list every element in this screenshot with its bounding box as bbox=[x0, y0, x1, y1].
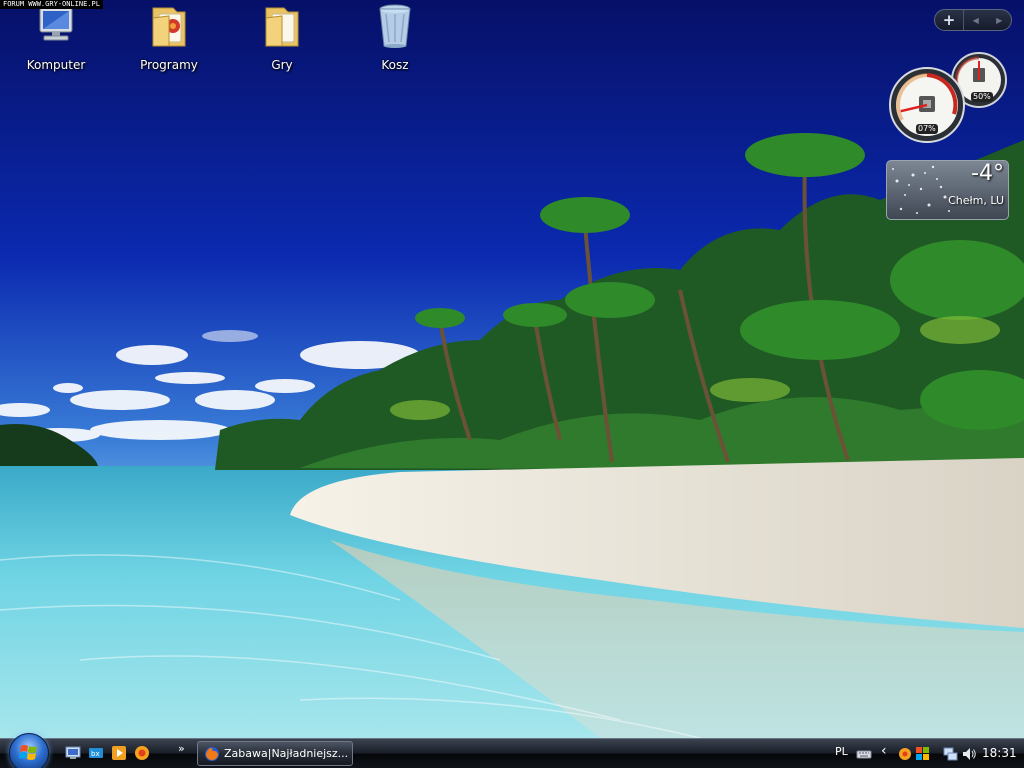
desktop-icon-games[interactable]: Gry bbox=[240, 2, 324, 72]
desktop-icon-label: Gry bbox=[271, 58, 293, 72]
windows-logo-icon bbox=[19, 745, 37, 760]
windows-update-icon[interactable] bbox=[915, 746, 931, 762]
games-folder-icon bbox=[265, 7, 299, 47]
start-button[interactable] bbox=[9, 733, 49, 768]
taskbar-clock[interactable]: 18:31 bbox=[982, 746, 1017, 760]
firefox-icon bbox=[205, 746, 219, 761]
sidebar-gadget-controls: + ◀ ▶ bbox=[934, 9, 1012, 31]
recycle-bin-icon bbox=[379, 4, 411, 48]
weather-temperature: -4° bbox=[971, 161, 1004, 186]
media-player-icon[interactable] bbox=[111, 745, 127, 761]
memory-percent-readout: 50% bbox=[971, 92, 993, 102]
desktop-icon-computer[interactable]: Komputer bbox=[14, 2, 98, 72]
desktop-icon-label: Kosz bbox=[381, 58, 409, 72]
show-hidden-icons-button[interactable]: ‹ bbox=[881, 743, 887, 759]
switch-windows-icon[interactable]: bx bbox=[88, 745, 104, 761]
svg-text:bx: bx bbox=[91, 750, 100, 758]
previous-gadget-button[interactable]: ◀ bbox=[964, 10, 988, 30]
keyboard-icon[interactable] bbox=[856, 746, 872, 762]
desktop-icon-recycle-bin[interactable]: Kosz bbox=[353, 2, 437, 72]
taskbar-window-firefox[interactable]: Zabawa|Najładniejsz... bbox=[197, 741, 353, 766]
quick-launch-more-button[interactable]: » bbox=[178, 742, 185, 755]
network-icon[interactable] bbox=[942, 746, 958, 762]
computer-icon bbox=[39, 7, 73, 41]
messenger-flower-icon[interactable] bbox=[134, 745, 150, 761]
next-gadget-button[interactable]: ▶ bbox=[988, 10, 1012, 30]
language-indicator[interactable]: PL bbox=[835, 745, 848, 758]
site-watermark: FORUM WWW.GRY-ONLINE.PL bbox=[0, 0, 103, 9]
desktop-icon-programs[interactable]: Programy bbox=[127, 2, 211, 72]
add-gadget-button[interactable]: + bbox=[935, 10, 964, 30]
taskbar: bx » Zabawa|Najładniejsz... PL ‹ 18:31 bbox=[0, 733, 1024, 768]
weather-location: Chełm, LU bbox=[948, 194, 1004, 207]
desktop: FORUM WWW.GRY-ONLINE.PL Komputer Program… bbox=[0, 0, 1024, 768]
messenger-tray-icon[interactable] bbox=[897, 746, 913, 762]
volume-icon[interactable] bbox=[961, 746, 977, 762]
desktop-icon-label: Programy bbox=[140, 58, 198, 72]
desktop-icon-label: Komputer bbox=[26, 58, 86, 72]
beach-wallpaper bbox=[0, 0, 1024, 738]
programs-folder-icon bbox=[152, 7, 186, 47]
taskbar-window-title: Zabawa|Najładniejsz... bbox=[224, 747, 349, 760]
cpu-percent-readout: 07% bbox=[916, 124, 938, 134]
weather-gadget[interactable]: -4° Chełm, LU bbox=[886, 160, 1009, 220]
cpu-gauge[interactable]: 07% bbox=[888, 66, 966, 144]
show-desktop-icon[interactable] bbox=[65, 745, 81, 761]
